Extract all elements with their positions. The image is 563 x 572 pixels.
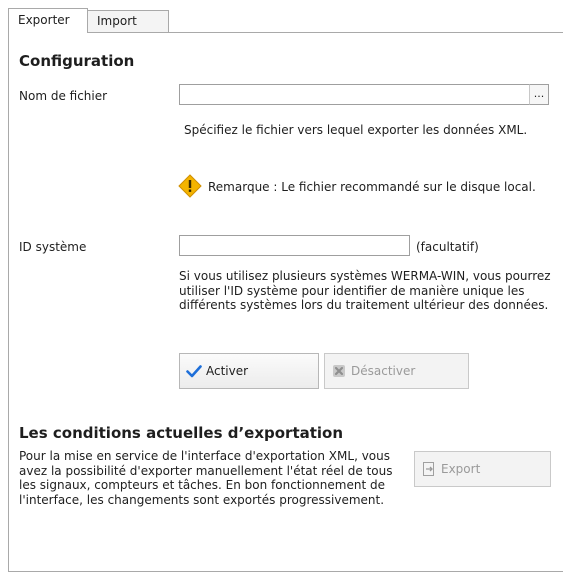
filename-label: Nom de fichier bbox=[19, 89, 108, 103]
filename-hint: Spécifiez le fichier vers lequel exporte… bbox=[184, 123, 528, 137]
exporter-panel: Configuration Nom de fichier ... Spécifi… bbox=[8, 32, 563, 572]
activate-button[interactable]: Activer bbox=[179, 353, 319, 389]
filename-input[interactable] bbox=[179, 84, 530, 105]
remark-text: Remarque : Le fichier recommandé sur le … bbox=[208, 180, 536, 194]
system-id-input[interactable] bbox=[179, 235, 410, 256]
deactivate-button[interactable]: Désactiver bbox=[324, 353, 469, 389]
activate-label: Activer bbox=[206, 364, 249, 378]
optional-label: (facultatif) bbox=[416, 240, 479, 254]
warning-icon bbox=[178, 174, 202, 201]
tab-import[interactable]: Import bbox=[87, 10, 169, 32]
configuration-title: Configuration bbox=[19, 52, 135, 70]
tab-bar: Exporter Import bbox=[8, 8, 563, 33]
browse-file-button[interactable]: ... bbox=[529, 84, 549, 105]
deactivate-label: Désactiver bbox=[351, 364, 416, 378]
tab-exporter[interactable]: Exporter bbox=[8, 8, 88, 33]
export-button[interactable]: Export bbox=[414, 451, 551, 487]
export-label: Export bbox=[441, 462, 481, 476]
conditions-description: Pour la mise en service de l'interface d… bbox=[19, 449, 393, 507]
system-id-label: ID système bbox=[19, 240, 87, 254]
conditions-title: Les conditions actuelles d’exportation bbox=[19, 424, 344, 442]
system-id-hint: Si vous utilisez plusieurs systèmes WERM… bbox=[179, 269, 551, 312]
checkmark-icon bbox=[186, 365, 202, 378]
export-icon bbox=[423, 462, 434, 476]
deactivate-x-icon bbox=[333, 365, 345, 377]
